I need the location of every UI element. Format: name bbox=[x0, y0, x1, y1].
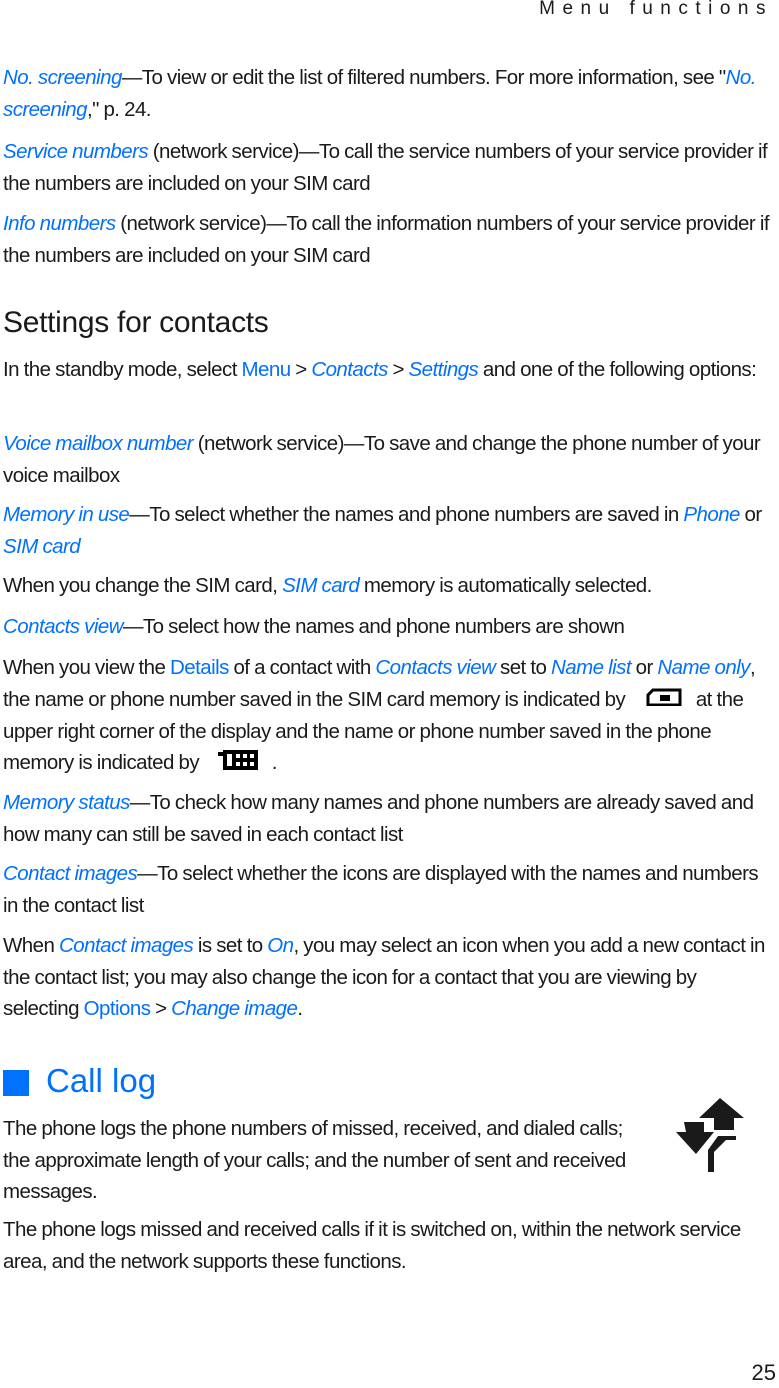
options-key: Options bbox=[83, 997, 151, 1020]
info-numbers-desc: (network service)—To call the informatio… bbox=[3, 212, 770, 267]
path-separator: > bbox=[387, 358, 409, 381]
no-screening-page-ref: ," p. 24. bbox=[86, 97, 152, 121]
no-screening-desc: —To view or edit the list of filtered nu… bbox=[121, 66, 726, 89]
sim-change-note: When you change the SIM card, SIM card m… bbox=[3, 570, 775, 602]
change-image-path: Change image bbox=[171, 997, 298, 1020]
service-numbers-item: Service numbers (network service)—To cal… bbox=[3, 136, 775, 199]
settings-for-contacts-heading: Settings for contacts bbox=[3, 306, 269, 339]
manual-page: Menu functions No. screening—To view or … bbox=[0, 0, 779, 1388]
note-text-end: . bbox=[297, 997, 303, 1020]
call-log-icon bbox=[674, 1096, 752, 1179]
option-phone: Phone bbox=[683, 503, 740, 526]
term-info-numbers: Info numbers bbox=[3, 212, 116, 235]
contact-images-note: When Contact images is set to On, you ma… bbox=[3, 930, 775, 1025]
details-text: of a contact with bbox=[228, 656, 376, 679]
term-service-numbers: Service numbers bbox=[3, 140, 149, 163]
term-contact-images: Contact images bbox=[59, 934, 194, 957]
term-memory-status: Memory status bbox=[3, 791, 130, 814]
term-memory-in-use: Memory in use bbox=[3, 503, 130, 526]
call-log-paragraph-2: The phone logs missed and received calls… bbox=[3, 1218, 741, 1273]
settings-path: Settings bbox=[408, 358, 479, 381]
path-separator: > bbox=[290, 358, 312, 381]
memory-status-item: Memory status—To check how many names an… bbox=[3, 787, 775, 850]
intro-text-end: and one of the following options: bbox=[478, 358, 757, 381]
term-no-screening: No. screening bbox=[3, 66, 122, 89]
call-log-paragraph-1: The phone logs the phone numbers of miss… bbox=[3, 1117, 626, 1203]
option-name-only: Name only bbox=[657, 656, 750, 679]
voice-mailbox-item: Voice mailbox number (network service)—T… bbox=[3, 428, 775, 491]
call-log-heading: Call log bbox=[3, 1062, 156, 1100]
memory-in-use-desc: —To select whether the names and phone n… bbox=[129, 503, 684, 526]
option-on: On bbox=[267, 934, 294, 957]
or-text: or bbox=[739, 503, 763, 526]
term-sim-card: SIM card bbox=[282, 574, 360, 597]
call-log-title: Call log bbox=[46, 1062, 157, 1099]
info-numbers-item: Info numbers (network service)—To call t… bbox=[3, 208, 775, 271]
details-text: When you view the bbox=[3, 656, 170, 679]
term-contact-images: Contact images bbox=[3, 862, 138, 885]
sim-change-text-end: memory is automatically selected. bbox=[359, 574, 653, 597]
contacts-view-desc: —To select how the names and phone numbe… bbox=[122, 615, 625, 638]
sim-change-text: When you change the SIM card, bbox=[3, 574, 283, 597]
note-text: When bbox=[3, 934, 59, 957]
details-text-end: . bbox=[271, 751, 278, 775]
phone-memory-icon bbox=[217, 748, 262, 780]
page-number: 25 bbox=[751, 1360, 776, 1385]
path-separator: > bbox=[150, 997, 172, 1020]
menu-key: Menu bbox=[241, 358, 292, 381]
section-bullet-square bbox=[3, 1070, 29, 1096]
no-screening-item: No. screening—To view or edit the list o… bbox=[3, 62, 775, 125]
contact-images-item: Contact images—To select whether the ico… bbox=[3, 858, 775, 921]
term-voice-mailbox: Voice mailbox number bbox=[3, 432, 194, 455]
sim-card-memory-icon bbox=[646, 684, 682, 716]
contacts-path: Contacts bbox=[311, 358, 388, 381]
settings-intro: In the standby mode, select Menu > Conta… bbox=[3, 354, 775, 386]
note-text: is set to bbox=[193, 934, 268, 957]
option-name-list: Name list bbox=[551, 656, 632, 679]
memory-in-use-item: Memory in use—To select whether the name… bbox=[3, 499, 775, 562]
details-text: set to bbox=[495, 656, 551, 679]
intro-text: In the standby mode, select bbox=[3, 358, 242, 381]
details-key: Details bbox=[170, 656, 229, 679]
contacts-view-item: Contacts view—To select how the names an… bbox=[3, 611, 775, 643]
term-contacts-view: Contacts view bbox=[3, 615, 124, 638]
details-note: When you view the Details of a contact w… bbox=[3, 652, 775, 780]
running-head: Menu functions bbox=[539, 0, 773, 19]
details-text: or bbox=[630, 656, 658, 679]
option-sim-card: SIM card bbox=[3, 534, 81, 558]
term-contacts-view: Contacts view bbox=[375, 656, 496, 679]
